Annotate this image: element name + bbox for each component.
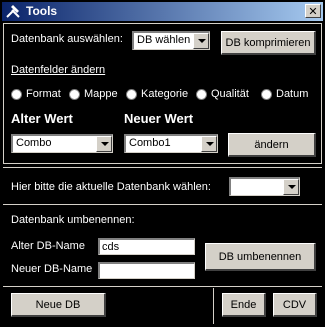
chevron-down-icon[interactable] — [201, 136, 217, 152]
title-bar[interactable]: Tools ✕ — [2, 2, 323, 21]
compress-db-button[interactable]: DB komprimieren — [221, 31, 316, 55]
old-db-name-input[interactable]: cds — [98, 238, 195, 255]
new-db-button[interactable]: Neue DB — [11, 293, 106, 317]
db-select-label: Datenbank auswählen: — [11, 33, 123, 45]
old-value-combo[interactable]: Combo — [11, 134, 113, 153]
cdv-button[interactable]: CDV — [273, 293, 317, 317]
radio-label: Qualität — [211, 88, 249, 100]
old-value-text: Combo — [16, 137, 52, 149]
new-value-combo[interactable]: Combo1 — [124, 134, 218, 153]
tools-icon — [6, 5, 20, 18]
radio-label: Kategorie — [141, 88, 189, 100]
change-button[interactable]: ändern — [228, 133, 316, 157]
chevron-down-icon[interactable] — [96, 136, 112, 152]
db-select-combo[interactable]: DB wählen — [132, 31, 210, 50]
db-select-value: DB wählen — [137, 34, 191, 46]
radio-label: Mappe — [84, 88, 118, 100]
radio-mappe[interactable]: Mappe — [69, 88, 118, 100]
fields-section-label: Datenfelder ändern — [11, 64, 106, 76]
new-value-text: Combo1 — [129, 137, 171, 149]
old-value-label: Alter Wert — [11, 111, 73, 126]
window-title: Tools — [26, 4, 58, 18]
current-db-combo[interactable] — [229, 177, 300, 196]
rename-db-button[interactable]: DB umbenennen — [205, 243, 316, 271]
chevron-down-icon[interactable] — [283, 179, 299, 195]
radio-qualitaet[interactable]: Qualität — [196, 88, 249, 100]
end-button[interactable]: Ende — [222, 293, 266, 317]
radio-label: Format — [26, 88, 61, 100]
radio-format[interactable]: Format — [11, 88, 61, 100]
close-button[interactable]: ✕ — [305, 4, 321, 18]
radio-button-icon[interactable] — [261, 88, 272, 100]
new-db-name-label: Neuer DB-Name — [11, 263, 93, 275]
radio-button-icon[interactable] — [69, 88, 80, 100]
footer-separator — [213, 288, 214, 324]
radio-button-icon[interactable] — [196, 88, 207, 100]
chevron-down-icon[interactable] — [193, 33, 209, 49]
old-db-name-label: Alter DB-Name — [11, 240, 85, 252]
rename-section-label: Datenbank umbenennen: — [11, 214, 135, 226]
divider — [3, 204, 322, 205]
new-db-name-input[interactable] — [98, 262, 195, 279]
divider — [3, 167, 322, 168]
radio-label: Datum — [276, 88, 309, 100]
radio-kategorie[interactable]: Kategorie — [126, 88, 188, 100]
new-value-label: Neuer Wert — [124, 111, 194, 126]
radio-button-icon[interactable] — [11, 88, 22, 100]
radio-datum[interactable]: Datum — [261, 88, 308, 100]
radio-button-icon[interactable] — [126, 88, 137, 100]
current-db-label: Hier bitte die aktuelle Datenbank wählen… — [11, 181, 211, 193]
divider — [3, 286, 322, 287]
